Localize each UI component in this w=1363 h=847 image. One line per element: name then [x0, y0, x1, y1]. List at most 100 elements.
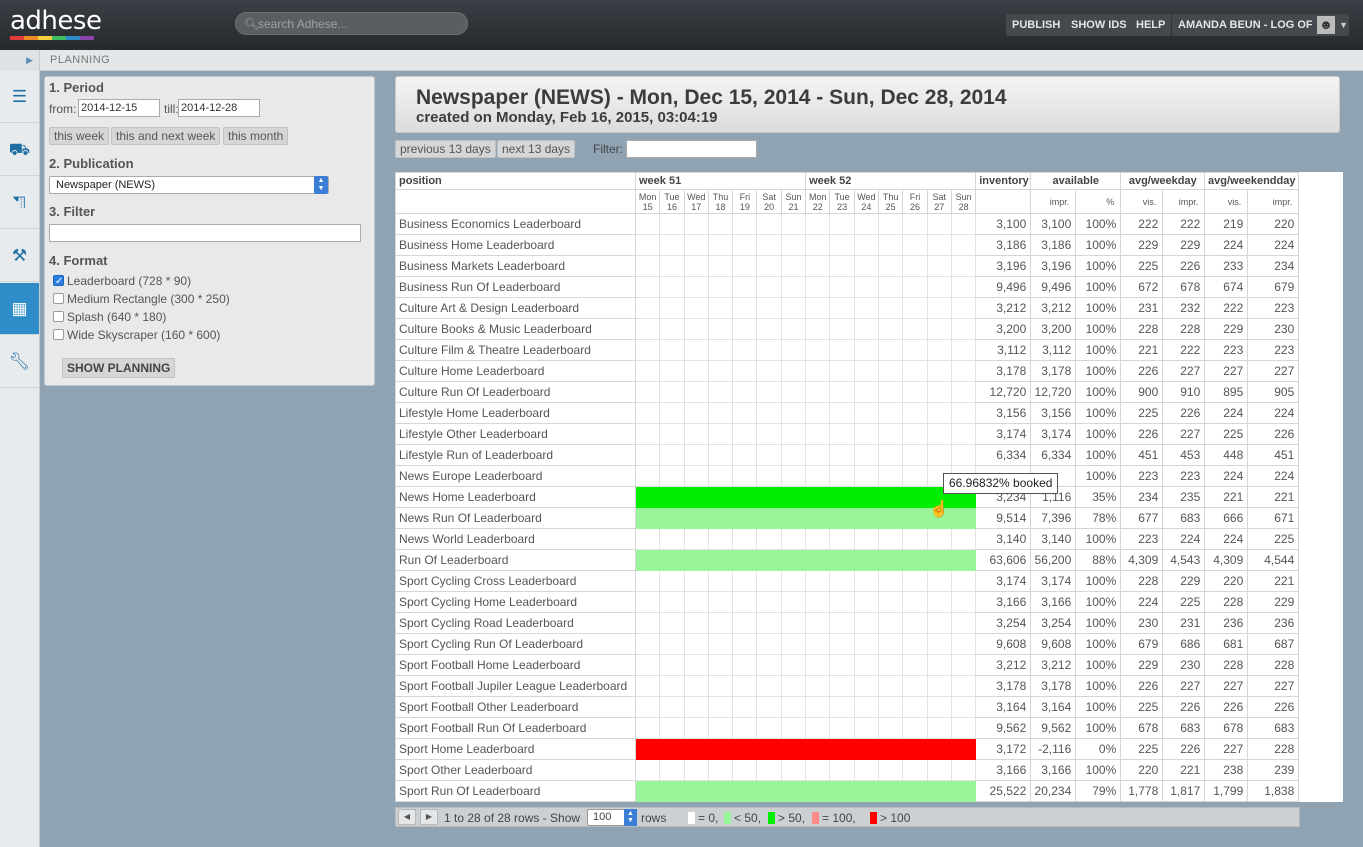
day-booking-cell[interactable] [926, 360, 952, 382]
day-booking-cell[interactable] [780, 276, 807, 298]
day-booking-cell[interactable] [926, 423, 952, 445]
day-booking-cell[interactable] [878, 717, 904, 739]
day-booking-cell[interactable] [853, 360, 880, 382]
day-booking-cell[interactable] [950, 255, 977, 277]
day-booking-cell[interactable] [829, 675, 855, 697]
day-booking-cell[interactable] [707, 738, 734, 760]
day-booking-cell[interactable] [756, 696, 782, 718]
day-booking-cell[interactable] [829, 780, 855, 802]
day-booking-cell[interactable] [683, 318, 709, 340]
day-booking-cell[interactable] [805, 486, 831, 508]
day-booking-cell[interactable] [805, 570, 831, 592]
inventory-header[interactable]: inventory [975, 172, 1032, 190]
day-booking-cell[interactable] [732, 717, 758, 739]
day-booking-cell[interactable] [950, 633, 977, 655]
table-row[interactable]: Sport Football Other Leaderboard 3,164 3,1… [395, 696, 1343, 718]
table-row[interactable]: Sport Other Leaderboard 3,166 3,166 100% 220… [395, 759, 1343, 781]
day-booking-cell[interactable] [829, 465, 855, 487]
day-booking-cell[interactable] [659, 444, 685, 466]
day-booking-cell[interactable] [756, 444, 782, 466]
day-booking-cell[interactable] [780, 738, 807, 760]
wrench-icon[interactable]: 🔧︎ [0, 336, 39, 388]
day-booking-cell[interactable] [926, 612, 952, 634]
day-booking-cell[interactable] [683, 675, 709, 697]
day-booking-cell[interactable] [683, 528, 709, 550]
day-booking-cell[interactable] [950, 612, 977, 634]
day-booking-cell[interactable] [878, 423, 904, 445]
day-booking-cell[interactable] [878, 507, 904, 529]
table-row[interactable]: Culture Books & Music Leaderboard 3,200 3,… [395, 318, 1343, 340]
day-booking-cell[interactable] [926, 654, 952, 676]
day-booking-cell[interactable] [659, 612, 685, 634]
table-row[interactable]: Sport Cycling Home Leaderboard 3,166 3,166… [395, 591, 1343, 613]
day-booking-cell[interactable] [756, 675, 782, 697]
table-row[interactable]: Culture Art & Design Leaderboard 3,212 3,2… [395, 297, 1343, 319]
day-booking-cell[interactable] [756, 255, 782, 277]
table-row[interactable]: Sport Football Jupiler League Leaderboar… [395, 675, 1343, 697]
day-booking-cell[interactable] [950, 528, 977, 550]
table-row[interactable]: Business Run Of Leaderboard 9,496 9,496 100… [395, 276, 1343, 298]
day-booking-cell[interactable] [634, 717, 661, 739]
day-booking-cell[interactable] [634, 507, 661, 529]
day-booking-cell[interactable] [659, 591, 685, 613]
day-booking-cell[interactable] [950, 717, 977, 739]
day-booking-cell[interactable] [805, 507, 831, 529]
search-input[interactable] [258, 15, 458, 32]
day-booking-cell[interactable] [707, 465, 734, 487]
day-booking-cell[interactable] [950, 444, 977, 466]
day-booking-cell[interactable] [926, 234, 952, 256]
day-booking-cell[interactable] [780, 591, 807, 613]
day-booking-cell[interactable] [950, 234, 977, 256]
day-booking-cell[interactable] [732, 738, 758, 760]
day-booking-cell[interactable] [926, 759, 952, 781]
day-booking-cell[interactable] [902, 213, 928, 235]
day-booking-cell[interactable] [780, 339, 807, 361]
day-booking-cell[interactable] [878, 738, 904, 760]
day-booking-cell[interactable] [853, 381, 880, 403]
list-icon[interactable]: ☰ [0, 71, 39, 123]
day-booking-cell[interactable] [659, 255, 685, 277]
day-booking-cell[interactable] [805, 297, 831, 319]
next-page-icon[interactable]: ▶ [420, 809, 438, 825]
day-booking-cell[interactable] [732, 633, 758, 655]
day-booking-cell[interactable] [634, 465, 661, 487]
day-booking-cell[interactable] [732, 759, 758, 781]
day-booking-cell[interactable] [707, 213, 734, 235]
day-booking-cell[interactable] [780, 717, 807, 739]
day-booking-cell[interactable] [683, 654, 709, 676]
day-booking-cell[interactable] [732, 696, 758, 718]
day-booking-cell[interactable] [756, 654, 782, 676]
day-booking-cell[interactable] [780, 759, 807, 781]
day-booking-cell[interactable] [805, 402, 831, 424]
day-booking-cell[interactable] [902, 339, 928, 361]
day-booking-cell[interactable] [756, 780, 782, 802]
day-booking-cell[interactable] [732, 780, 758, 802]
day-booking-cell[interactable] [659, 465, 685, 487]
prev-page-icon[interactable]: ◀ [398, 809, 416, 825]
day-booking-cell[interactable] [902, 507, 928, 529]
day-booking-cell[interactable] [878, 339, 904, 361]
day-booking-cell[interactable] [707, 444, 734, 466]
day-booking-cell[interactable] [756, 318, 782, 340]
car-icon[interactable]: ⛠ [0, 177, 39, 229]
day-booking-cell[interactable] [756, 549, 782, 571]
day-booking-cell[interactable] [707, 780, 734, 802]
day-booking-cell[interactable] [683, 213, 709, 235]
day-booking-cell[interactable] [683, 276, 709, 298]
day-booking-cell[interactable] [756, 276, 782, 298]
day-booking-cell[interactable] [829, 654, 855, 676]
day-booking-cell[interactable] [732, 570, 758, 592]
day-booking-cell[interactable] [878, 465, 904, 487]
day-booking-cell[interactable] [732, 276, 758, 298]
table-row[interactable]: Sport Cycling Run Of Leaderboard 9,608 9,6… [395, 633, 1343, 655]
day-booking-cell[interactable] [853, 402, 880, 424]
day-booking-cell[interactable] [926, 738, 952, 760]
day-booking-cell[interactable] [878, 381, 904, 403]
day-booking-cell[interactable] [853, 654, 880, 676]
day-booking-cell[interactable] [707, 381, 734, 403]
day-booking-cell[interactable] [805, 759, 831, 781]
day-booking-cell[interactable] [756, 381, 782, 403]
day-booking-cell[interactable] [829, 612, 855, 634]
day-booking-cell[interactable] [805, 339, 831, 361]
day-booking-cell[interactable] [659, 738, 685, 760]
